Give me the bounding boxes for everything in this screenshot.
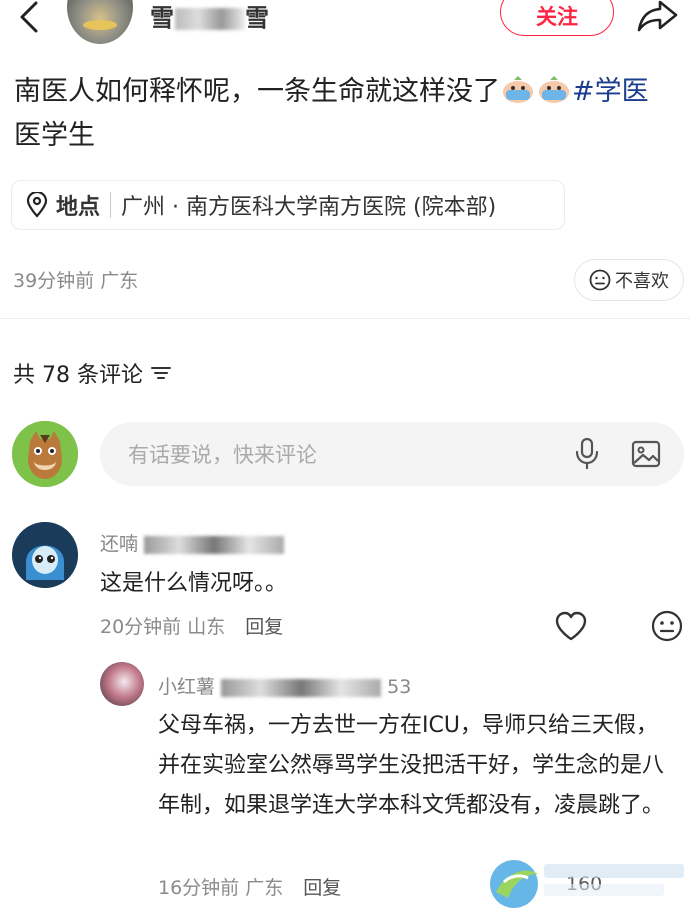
post-text-main: 南医人如何释怀呢，一条生命就这样没了 [14,76,500,107]
author-name[interactable]: 雪雪 [150,0,270,33]
post-text-line2: 医学生 [14,120,95,151]
crying-emoji-icon [539,76,569,103]
author-name-visible: 雪 [150,4,175,32]
commenter-name[interactable]: 还喃 [100,529,285,556]
replier-avatar[interactable] [100,662,144,706]
reply-time-location: 16分钟前 广东 [158,877,284,899]
comment-dislike-button[interactable] [651,610,683,642]
location-chip[interactable]: 地点 广州 · 南方医科大学南方医院 (院本部) [11,180,565,230]
location-divider [110,192,112,218]
comment-time-location: 20分钟前 山东 [100,616,226,638]
replier-name-redacted [221,678,382,697]
location-label: 地点 [56,195,101,220]
follow-button[interactable]: 关注 [500,0,614,36]
comment-text: 这是什么情况呀。。 [100,571,288,596]
horse-avatar-icon [12,421,78,487]
image-button[interactable] [630,438,662,470]
watermark-swirl-icon [490,860,684,908]
reply-reply-button[interactable]: 回复 [303,877,341,899]
like-button[interactable] [554,610,588,642]
crying-emoji-icon [503,76,533,103]
comment-meta: 20分钟前 山东 回复 [100,612,283,639]
dislike-label: 不喜欢 [615,271,669,292]
microphone-icon [575,437,599,469]
section-divider [0,318,690,319]
post-meta: 39分钟前 广东 [13,270,139,292]
neutral-face-icon [589,269,611,291]
watermark-logo [486,852,686,910]
location-value: 广州 · 南方医科大学南方医院 (院本部) [121,195,497,220]
anime-avatar-icon [12,522,78,588]
post-text: 南医人如何释怀呢，一条生命就这样没了 #学医 医学生 [14,70,682,158]
replier-name-visible: 小红薯 [158,676,216,698]
commenter-avatar[interactable] [12,522,78,588]
chevron-left-icon [20,1,38,33]
share-button[interactable] [636,0,680,34]
share-arrow-icon [637,0,678,32]
author-avatar[interactable] [67,0,133,44]
commenter-name-visible: 还喃 [100,533,139,555]
author-name-redacted [175,8,245,30]
reply-meta: 16分钟前 广东 回复 [158,873,341,900]
reply-text: 父母车祸，一方去世一方在ICU，导师只给三天假，并在实验室公然辱骂学生没把活干好… [158,713,665,818]
comment-count-header[interactable]: 共 78 条评论 [13,357,171,389]
back-button[interactable] [14,0,44,34]
microphone-button[interactable] [572,436,602,472]
author-name-tail: 雪 [245,4,270,32]
heart-icon [555,611,587,641]
hashtag-link[interactable]: #学医 [572,76,649,107]
replier-name-tail: 53 [387,676,412,698]
neutral-face-icon [651,610,683,642]
reply-button[interactable]: 回复 [245,616,283,638]
my-avatar [12,421,78,487]
image-icon [631,440,661,468]
commenter-name-redacted [144,535,285,554]
sort-lines-icon [150,367,171,379]
location-pin-icon [26,192,48,218]
dislike-button[interactable]: 不喜欢 [574,259,684,301]
replier-name[interactable]: 小红薯 53 [158,672,411,699]
comment-count-label: 共 78 条评论 [13,363,143,388]
